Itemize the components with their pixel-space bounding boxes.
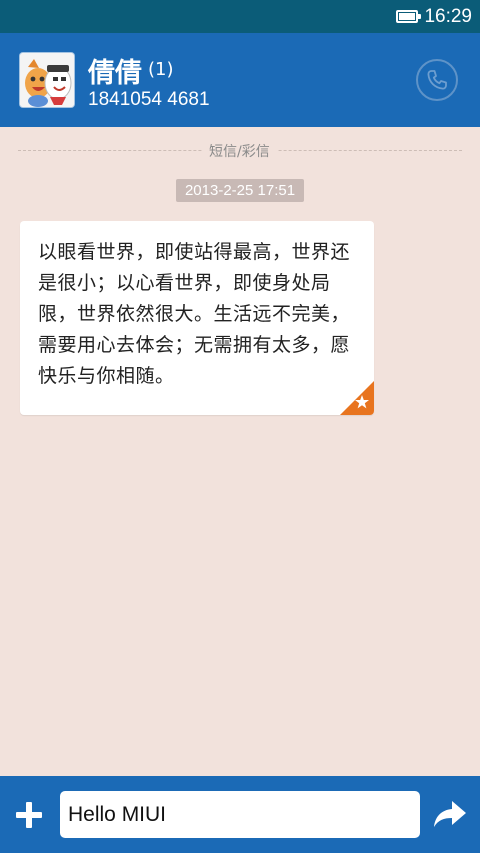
- message-text: 以眼看世界，即使站得最高，世界还是很小；以心看世界，即使身处局限，世界依然很大。…: [38, 241, 351, 387]
- conversation-header: 倩倩 (1) 1841054 4681: [0, 33, 480, 127]
- phone-icon: [427, 70, 447, 90]
- compose-bar: [0, 776, 480, 853]
- call-button[interactable]: [416, 59, 458, 101]
- message-input[interactable]: [60, 791, 420, 838]
- message-timestamp: 2013-2-25 17:51: [176, 179, 304, 202]
- send-arrow-icon[interactable]: [432, 799, 468, 829]
- status-time: 16:29: [424, 5, 472, 27]
- star-icon: [340, 381, 374, 415]
- thread-type-label: 短信/彩信: [202, 141, 277, 161]
- status-bar: 16:29: [0, 0, 480, 33]
- cartoon-avatar-icon[interactable]: [20, 53, 74, 107]
- message-bubble[interactable]: 以眼看世界，即使站得最高，世界还是很小；以心看世界，即使身处局限，世界依然很大。…: [20, 221, 374, 415]
- unread-count: (1): [148, 59, 174, 80]
- battery-full-icon: [396, 10, 422, 23]
- plus-icon[interactable]: [14, 800, 44, 830]
- contact-name: 倩倩: [88, 58, 142, 89]
- phone-number: 1841054 4681: [88, 89, 210, 110]
